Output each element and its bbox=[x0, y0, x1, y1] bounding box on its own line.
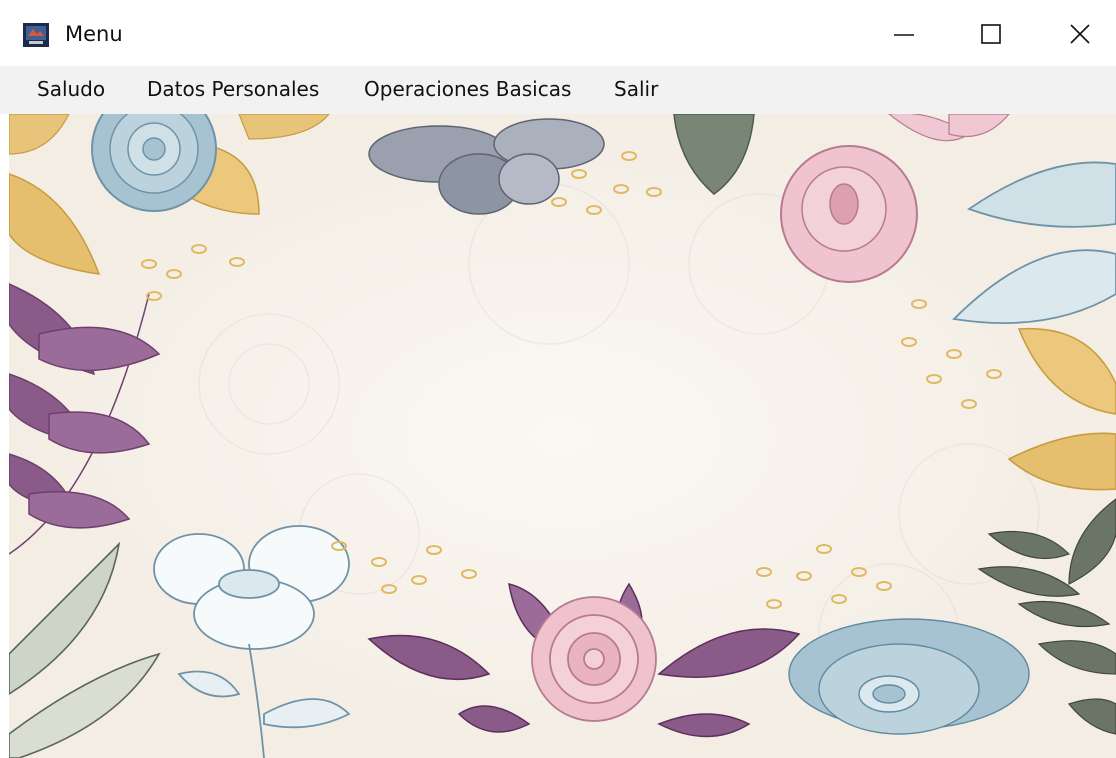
app-window: Menu Saludo Datos Personales Operaciones… bbox=[0, 0, 1116, 758]
floral-background bbox=[9, 114, 1116, 758]
menu-bar: Saludo Datos Personales Operaciones Basi… bbox=[0, 66, 1116, 114]
floral-illustration bbox=[9, 114, 1116, 758]
pink-rose-bottom-center bbox=[531, 596, 657, 722]
menu-operaciones-basicas[interactable]: Operaciones Basicas bbox=[364, 77, 571, 101]
close-button[interactable] bbox=[1050, 12, 1110, 56]
close-icon bbox=[1070, 24, 1090, 44]
menu-saludo[interactable]: Saludo bbox=[37, 77, 105, 101]
title-bar[interactable]: Menu bbox=[0, 0, 1116, 66]
menu-salir[interactable]: Salir bbox=[614, 77, 658, 101]
app-window-icon[interactable] bbox=[23, 23, 49, 47]
minimize-icon bbox=[894, 34, 914, 36]
menu-datos-personales[interactable]: Datos Personales bbox=[147, 77, 319, 101]
maximize-button[interactable] bbox=[961, 12, 1021, 56]
minimize-button[interactable] bbox=[874, 12, 934, 56]
maximize-icon bbox=[981, 24, 1001, 44]
window-title: Menu bbox=[65, 22, 123, 46]
